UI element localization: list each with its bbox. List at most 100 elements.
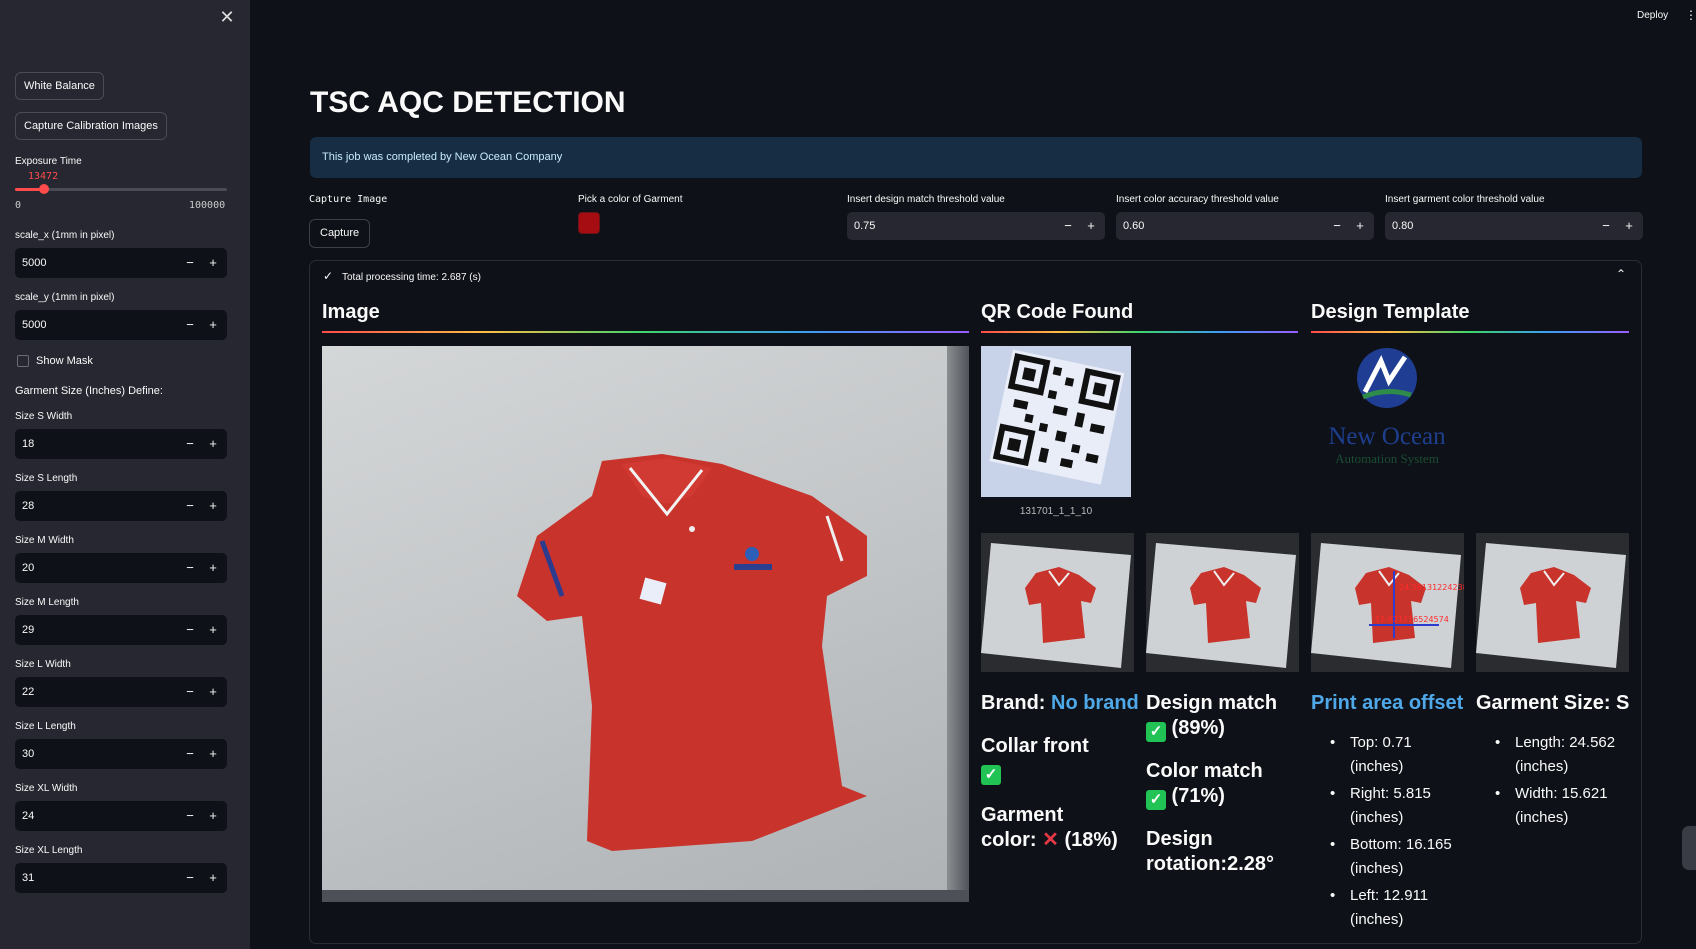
size-field-increment-button[interactable]: + <box>202 491 224 521</box>
scale-x-decrement-button[interactable]: − <box>179 248 201 278</box>
size-field-increment-button[interactable]: + <box>202 863 224 893</box>
qr-divider <box>981 331 1298 333</box>
qr-code-icon <box>989 349 1125 485</box>
design-threshold-increment-button[interactable]: + <box>1080 212 1102 240</box>
size-field-increment-button[interactable]: + <box>202 801 224 831</box>
size-field-increment-button[interactable]: + <box>202 615 224 645</box>
size-field-increment-button[interactable]: + <box>202 677 224 707</box>
garment-thumbnail-icon <box>1476 543 1626 668</box>
size-field-input[interactable]: 29 − + <box>15 615 227 645</box>
size-field-input[interactable]: 30 − + <box>15 739 227 769</box>
size-field-increment-button[interactable]: + <box>202 429 224 459</box>
design-divider <box>1311 331 1629 333</box>
size-field-input[interactable]: 20 − + <box>15 553 227 583</box>
list-item: Width: 15.621 (inches) <box>1495 782 1615 830</box>
main-menu-icon[interactable]: ⋮ <box>1685 8 1696 22</box>
size-field-input[interactable]: 22 − + <box>15 677 227 707</box>
size-field-label: Size L Width <box>15 659 71 670</box>
capture-image-label: Capture Image <box>309 194 388 205</box>
design-threshold-value[interactable]: 0.75 <box>854 212 875 240</box>
garment-thumbnail-icon: 24.561312242386 15.621216524574 <box>1311 543 1464 668</box>
size-field-value[interactable]: 29 <box>22 615 34 645</box>
size-field-input[interactable]: 28 − + <box>15 491 227 521</box>
garment-threshold-increment-button[interactable]: + <box>1618 212 1640 240</box>
size-field-value[interactable]: 20 <box>22 553 34 583</box>
garment-color-picker[interactable] <box>578 212 600 234</box>
scale-x-value[interactable]: 5000 <box>22 248 46 278</box>
design-threshold-decrement-button[interactable]: − <box>1057 212 1079 240</box>
exposure-max: 100000 <box>189 200 226 211</box>
brand-value: No brand <box>1051 692 1139 714</box>
color-threshold-decrement-button[interactable]: − <box>1326 212 1348 240</box>
scale-y-decrement-button[interactable]: − <box>179 310 201 340</box>
scale-y-value[interactable]: 5000 <box>22 310 46 340</box>
scale-x-label: scale_x (1mm in pixel) <box>15 230 115 241</box>
qr-code-image <box>981 346 1131 497</box>
size-field-decrement-button[interactable]: − <box>179 429 201 459</box>
image-edge <box>947 346 969 902</box>
chevron-up-icon[interactable]: ⌃ <box>1616 267 1626 281</box>
size-field-decrement-button[interactable]: − <box>179 801 201 831</box>
size-field-value[interactable]: 18 <box>22 429 34 459</box>
size-field-value[interactable]: 30 <box>22 739 34 769</box>
size-field-increment-button[interactable]: + <box>202 739 224 769</box>
cross-mark-icon: ✕ <box>1042 829 1059 851</box>
list-item: Right: 5.815 (inches) <box>1330 782 1452 830</box>
pick-color-label: Pick a color of Garment <box>578 194 683 205</box>
white-balance-button[interactable]: White Balance <box>15 72 104 100</box>
size-field-input[interactable]: 24 − + <box>15 801 227 831</box>
list-item-value: Length: 24.562 <box>1515 734 1616 751</box>
size-field-value[interactable]: 28 <box>22 491 34 521</box>
capture-calibration-button[interactable]: Capture Calibration Images <box>15 112 167 140</box>
list-item-unit: (inches) <box>1515 809 1569 826</box>
size-field-decrement-button[interactable]: − <box>179 677 201 707</box>
scale-x-input[interactable]: 5000 − + <box>15 248 227 278</box>
design-rotation-result: Design rotation:2.28° <box>1146 827 1274 877</box>
design-threshold-input[interactable]: 0.75 − + <box>847 212 1105 240</box>
thumbnail-original <box>981 533 1134 672</box>
color-threshold-increment-button[interactable]: + <box>1349 212 1371 240</box>
check-icon: ✓ <box>323 269 334 283</box>
exposure-slider[interactable] <box>15 184 227 194</box>
garment-color-result: Garment color: ✕ (18%) <box>981 803 1118 853</box>
exposure-slider-handle[interactable] <box>38 184 49 194</box>
scale-y-label: scale_y (1mm in pixel) <box>15 292 115 303</box>
thumbnail-design <box>1146 533 1299 672</box>
scale-x-increment-button[interactable]: + <box>202 248 224 278</box>
scale-y-input[interactable]: 5000 − + <box>15 310 227 340</box>
garment-threshold-input[interactable]: 0.80 − + <box>1385 212 1643 240</box>
size-field-decrement-button[interactable]: − <box>179 739 201 769</box>
captured-garment-image <box>322 346 969 902</box>
color-threshold-label: Insert color accuracy threshold value <box>1116 194 1279 205</box>
close-icon[interactable]: ✕ <box>219 8 235 26</box>
size-field-decrement-button[interactable]: − <box>179 615 201 645</box>
processing-time[interactable]: Total processing time: 2.687 (s) <box>342 272 481 283</box>
color-threshold-input[interactable]: 0.60 − + <box>1116 212 1374 240</box>
size-field-input[interactable]: 31 − + <box>15 863 227 893</box>
capture-button[interactable]: Capture <box>309 219 371 248</box>
size-field-decrement-button[interactable]: − <box>179 553 201 583</box>
show-mask-checkbox[interactable] <box>17 355 29 367</box>
garment-threshold-decrement-button[interactable]: − <box>1595 212 1617 240</box>
design-rotation-value: rotation:2.28° <box>1146 853 1275 875</box>
garment-threshold-value[interactable]: 0.80 <box>1392 212 1413 240</box>
size-field-label: Size M Width <box>15 535 74 546</box>
size-field-input[interactable]: 18 − + <box>15 429 227 459</box>
size-field-value[interactable]: 24 <box>22 801 34 831</box>
design-match-percent: (89%) <box>1166 717 1225 739</box>
collar-label: Collar front <box>981 735 1089 757</box>
scroll-handle[interactable] <box>1682 826 1696 870</box>
color-threshold-value[interactable]: 0.60 <box>1123 212 1144 240</box>
list-item-value: Left: 12.911 <box>1350 887 1429 904</box>
scale-y-increment-button[interactable]: + <box>202 310 224 340</box>
deploy-button[interactable]: Deploy <box>1637 10 1668 21</box>
garment-size-heading: Garment Size (Inches) Define: <box>15 385 163 397</box>
list-item-unit: (inches) <box>1515 758 1569 775</box>
color-match-label: Color match <box>1146 760 1263 782</box>
size-field-increment-button[interactable]: + <box>202 553 224 583</box>
size-field-decrement-button[interactable]: − <box>179 491 201 521</box>
list-item-unit: (inches) <box>1350 758 1404 775</box>
size-field-decrement-button[interactable]: − <box>179 863 201 893</box>
size-field-value[interactable]: 22 <box>22 677 34 707</box>
size-field-value[interactable]: 31 <box>22 863 34 893</box>
